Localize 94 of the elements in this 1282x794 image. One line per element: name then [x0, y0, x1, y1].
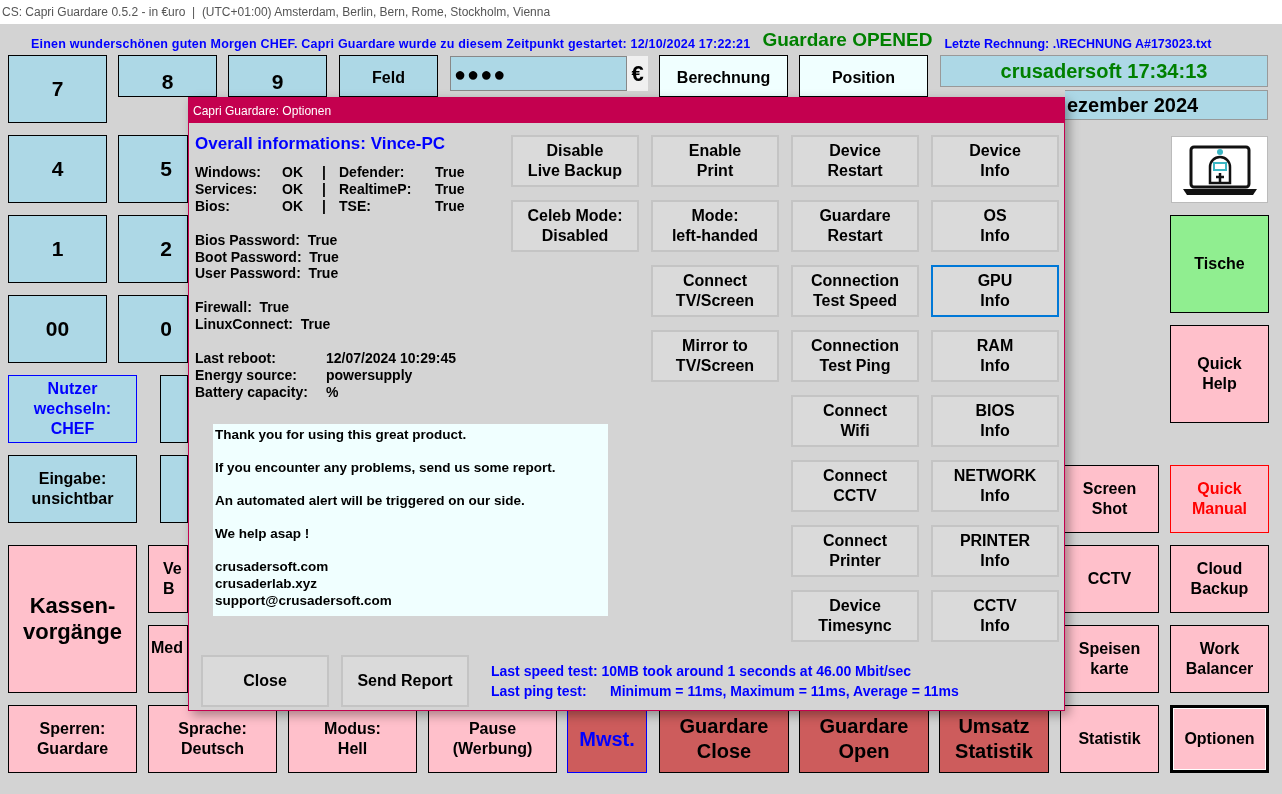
- blank-button[interactable]: [160, 375, 188, 443]
- password-status: Bios Password: True: [195, 232, 338, 249]
- pos-button[interactable]: 0: [118, 295, 188, 363]
- pos-button[interactable]: Position: [799, 55, 928, 97]
- option-button[interactable]: RAM Info: [931, 330, 1059, 382]
- status-text: |: [322, 164, 327, 181]
- pos-button[interactable]: Sperren: Guardare: [8, 705, 137, 773]
- message-text: crusadersoft.com crusaderlab.xyz support@crusadersoft.com: [215, 557, 392, 609]
- message-text: If you encounter any problems, send us some report.: [215, 458, 556, 476]
- status-text: Guardare OPENED: [762, 28, 933, 52]
- option-button[interactable]: Connect CCTV: [791, 460, 919, 512]
- connection-status: LinuxConnect: True: [195, 315, 331, 333]
- pos-button[interactable]: Med: [148, 625, 188, 693]
- pos-button[interactable]: 00: [8, 295, 107, 363]
- pos-button[interactable]: 4: [8, 135, 107, 203]
- status-text: |: [322, 198, 327, 215]
- blank-button[interactable]: [160, 455, 188, 523]
- status-text: Windows:: [195, 164, 262, 181]
- option-button[interactable]: BIOS Info: [931, 395, 1059, 447]
- option-button[interactable]: Disable Live Backup: [511, 135, 639, 187]
- clock-display: crusadersoft 17:34:13: [940, 55, 1268, 87]
- pos-button[interactable]: 1: [8, 215, 107, 283]
- option-button[interactable]: Mirror to TV/Screen: [651, 330, 779, 382]
- option-button[interactable]: Device Info: [931, 135, 1059, 187]
- option-button[interactable]: CCTV Info: [931, 590, 1059, 642]
- option-button[interactable]: Device Restart: [791, 135, 919, 187]
- last-invoice-text: Letzte Rechnung: .\RECHNUNG A#173023.txt: [944, 35, 1212, 53]
- status-text: RealtimeP:: [339, 181, 413, 198]
- test-result: Last ping test: Minimum = 11ms, Maximum = 11ms, Average = 11ms: [491, 682, 959, 701]
- pos-button[interactable]: Kassen- vorgänge: [8, 545, 137, 693]
- pos-button[interactable]: Work Balancer: [1170, 625, 1269, 693]
- connection-status: Firewall: True: [195, 298, 290, 316]
- system-value: powersupply: [326, 366, 414, 384]
- status-text: Services:: [195, 181, 259, 198]
- pos-button[interactable]: 5: [118, 135, 188, 203]
- status-text: True: [435, 164, 466, 181]
- pos-button[interactable]: Statistik: [1060, 705, 1159, 773]
- system-value: %: [326, 383, 340, 401]
- status-text: Defender:: [339, 164, 406, 181]
- option-button[interactable]: GPU Info: [931, 265, 1059, 317]
- pos-button[interactable]: 9: [228, 55, 327, 97]
- window-title: CS: Capri Guardare 0.5.2 - in €uro | (UTC+01:00) Amsterdam, Berlin, Bern, Rome, Stockholm, Vienna: [2, 4, 551, 21]
- status-text: OK: [282, 164, 304, 181]
- option-button[interactable]: Connection Test Speed: [791, 265, 919, 317]
- greeting-text: Einen wunderschönen guten Morgen CHEF. Capri Guardare wurde zu diesem Zeitpunkt gestartet: 12/10/2024 17:22:21: [31, 35, 751, 53]
- status-text: |: [322, 181, 327, 198]
- option-button[interactable]: NETWORK Info: [931, 460, 1059, 512]
- system-label: Energy source:: [195, 366, 298, 384]
- pos-button[interactable]: Berechnung: [659, 55, 788, 97]
- system-label: Last reboot:: [195, 349, 277, 367]
- currency-label: €: [627, 56, 648, 91]
- option-button[interactable]: Connect TV/Screen: [651, 265, 779, 317]
- status-text: Bios:: [195, 198, 231, 215]
- option-button[interactable]: Enable Print: [651, 135, 779, 187]
- footer-button[interactable]: Close: [201, 655, 329, 707]
- status-text: OK: [282, 181, 304, 198]
- pos-button[interactable]: 7: [8, 55, 107, 123]
- message-text: Thank you for using this great product.: [215, 425, 467, 443]
- pos-button[interactable]: Ve B: [148, 545, 188, 613]
- footer-button[interactable]: Send Report: [341, 655, 469, 707]
- pos-button[interactable]: Sprache: Deutsch: [148, 705, 277, 773]
- status-text: TSE:: [339, 198, 372, 215]
- option-button[interactable]: Connection Test Ping: [791, 330, 919, 382]
- pos-button[interactable]: Cloud Backup: [1170, 545, 1269, 613]
- pos-button[interactable]: 2: [118, 215, 188, 283]
- password-status: User Password: True: [195, 265, 339, 282]
- info-heading: Overall informations: Vince-PC: [195, 134, 446, 154]
- date-display: ezember 2024: [1065, 90, 1268, 120]
- message-text: An automated alert will be triggered on our side.: [215, 491, 525, 509]
- pos-button[interactable]: Feld: [339, 55, 438, 97]
- system-value: 12/07/2024 10:29:45: [326, 349, 457, 367]
- password-status: Boot Password: True: [195, 248, 339, 265]
- status-text: OK: [282, 198, 304, 215]
- option-button[interactable]: PRINTER Info: [931, 525, 1059, 577]
- option-button[interactable]: Connect Printer: [791, 525, 919, 577]
- option-button[interactable]: Device Timesync: [791, 590, 919, 642]
- pin-field[interactable]: ●●●●: [450, 56, 627, 91]
- status-text: True: [435, 198, 466, 215]
- option-button[interactable]: Mode: left-handed: [651, 200, 779, 252]
- pos-button[interactable]: 8: [118, 55, 217, 97]
- option-button[interactable]: OS Info: [931, 200, 1059, 252]
- option-button[interactable]: Guardare Restart: [791, 200, 919, 252]
- pos-button[interactable]: Quick Help: [1170, 325, 1269, 423]
- option-button[interactable]: Connect Wifi: [791, 395, 919, 447]
- message-text: We help asap !: [215, 524, 310, 542]
- system-label: Battery capacity:: [195, 383, 309, 401]
- option-button[interactable]: Celeb Mode: Disabled: [511, 200, 639, 252]
- pos-button[interactable]: Nutzer wechseln: CHEF: [8, 375, 137, 443]
- pos-button[interactable]: Tische: [1170, 215, 1269, 313]
- focused-pos-button[interactable]: Optionen: [1170, 705, 1269, 773]
- dialog-title: Capri Guardare: Optionen: [193, 102, 332, 120]
- pos-button[interactable]: Eingabe: unsichtbar: [8, 455, 137, 523]
- test-result: Last speed test: 10MB took around 1 seconds at 46.00 Mbit/sec: [491, 662, 913, 681]
- status-text: True: [435, 181, 466, 198]
